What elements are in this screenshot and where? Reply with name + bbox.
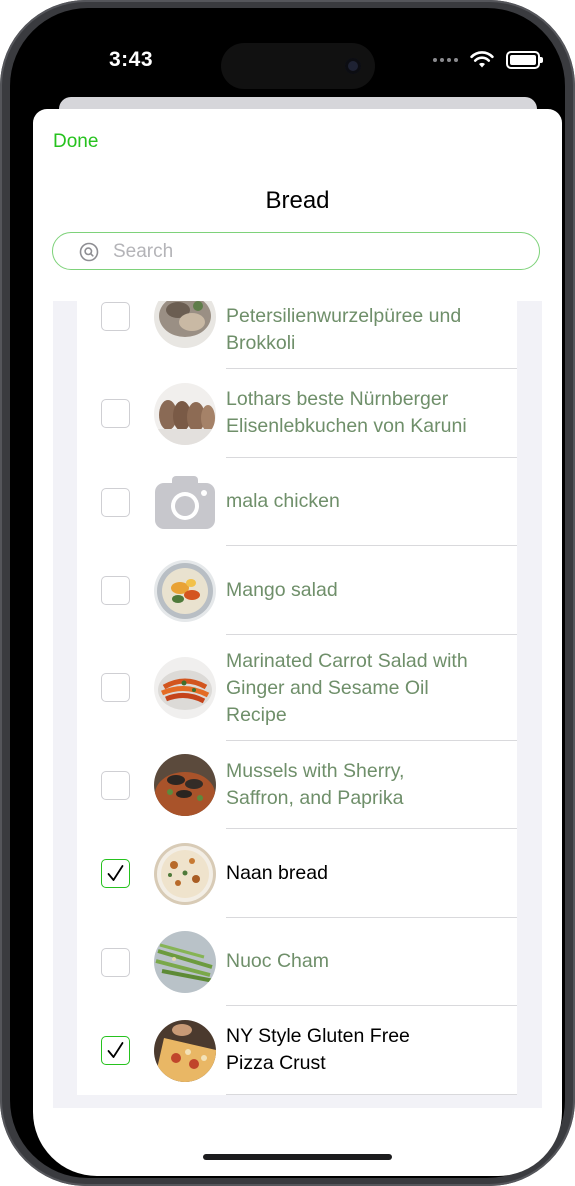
recipe-name: Naan bread bbox=[226, 862, 328, 884]
cellular-signal-icon bbox=[433, 58, 458, 62]
search-icon bbox=[79, 242, 99, 262]
recipe-photo bbox=[154, 301, 216, 348]
recipe-photo bbox=[154, 560, 216, 622]
recipe-checkbox[interactable] bbox=[101, 859, 130, 888]
recipe-photo bbox=[154, 931, 216, 993]
recipe-name: Marinated Carrot Salad with Ginger and Se… bbox=[226, 650, 468, 726]
phone-frame: 3:43 Done Bread Search Petersilienwurzel… bbox=[0, 0, 575, 1186]
recipe-checkbox[interactable] bbox=[101, 771, 130, 800]
recipe-name: Mussels with Sherry, Saffron, and Paprika bbox=[226, 760, 405, 809]
camera-placeholder-icon bbox=[154, 471, 216, 533]
recipe-row[interactable]: Nuoc Cham bbox=[77, 918, 517, 1006]
status-time: 3:43 bbox=[109, 48, 154, 71]
recipe-row[interactable]: Mango salad bbox=[77, 546, 517, 635]
recipe-photo bbox=[154, 1020, 216, 1082]
checkmark-icon bbox=[107, 865, 124, 881]
recipe-checkbox[interactable] bbox=[101, 948, 130, 977]
status-icons bbox=[433, 49, 543, 71]
recipe-row[interactable]: NY Style Gluten Free Pizza Crust bbox=[77, 1006, 517, 1095]
recipe-photo bbox=[154, 843, 216, 905]
recipe-row[interactable]: Lothars beste Nürnberger Elisenlebkuchen … bbox=[77, 369, 517, 458]
recipe-checkbox[interactable] bbox=[101, 399, 130, 428]
recipe-name: Lothars beste Nürnberger Elisenlebkuchen … bbox=[226, 388, 467, 437]
recipe-row[interactable]: mala chicken bbox=[77, 458, 517, 546]
status-bar: 3:43 bbox=[33, 30, 562, 100]
wifi-icon bbox=[470, 51, 494, 68]
screen: 3:43 Done Bread Search Petersilienwurzel… bbox=[33, 30, 562, 1176]
recipe-photo bbox=[154, 754, 216, 816]
recipe-checkbox[interactable] bbox=[101, 673, 130, 702]
recipe-name: NY Style Gluten Free Pizza Crust bbox=[226, 1025, 410, 1074]
search-input[interactable] bbox=[111, 237, 525, 267]
recipe-list-container: Petersilienwurzelpüree und Brokkoli Loth… bbox=[53, 301, 542, 1108]
recipe-row[interactable]: Petersilienwurzelpüree und Brokkoli bbox=[77, 301, 517, 369]
battery-icon bbox=[506, 51, 543, 69]
recipe-name: Nuoc Cham bbox=[226, 950, 329, 972]
recipe-photo bbox=[154, 383, 216, 445]
recipe-photo bbox=[154, 657, 216, 719]
checkmark-icon bbox=[107, 1042, 124, 1058]
phone-bezel: 3:43 Done Bread Search Petersilienwurzel… bbox=[10, 8, 565, 1178]
recipe-checkbox[interactable] bbox=[101, 1036, 130, 1065]
dynamic-island bbox=[221, 43, 375, 89]
recipe-row[interactable]: Naan bread bbox=[77, 829, 517, 918]
home-indicator[interactable] bbox=[203, 1154, 392, 1160]
done-button[interactable]: Done bbox=[53, 131, 98, 153]
recipe-name: Petersilienwurzelpüree und Brokkoli bbox=[226, 305, 462, 354]
sheet-title: Bread bbox=[265, 187, 330, 214]
recipe-picker-sheet: Done Bread Search Petersilienwurzelpüree… bbox=[33, 109, 562, 1176]
front-camera-icon bbox=[345, 58, 361, 74]
recipe-name: mala chicken bbox=[226, 490, 340, 512]
recipe-checkbox[interactable] bbox=[101, 302, 130, 331]
search-bar[interactable] bbox=[52, 232, 540, 270]
recipe-checkbox[interactable] bbox=[101, 488, 130, 517]
recipe-row[interactable]: Mussels with Sherry, Saffron, and Paprika bbox=[77, 741, 517, 829]
recipe-checkbox[interactable] bbox=[101, 576, 130, 605]
recipe-list: Petersilienwurzelpüree und Brokkoli Loth… bbox=[77, 301, 517, 1095]
recipe-name: Mango salad bbox=[226, 579, 338, 601]
recipe-row[interactable]: Marinated Carrot Salad with Ginger and Se… bbox=[77, 635, 517, 741]
